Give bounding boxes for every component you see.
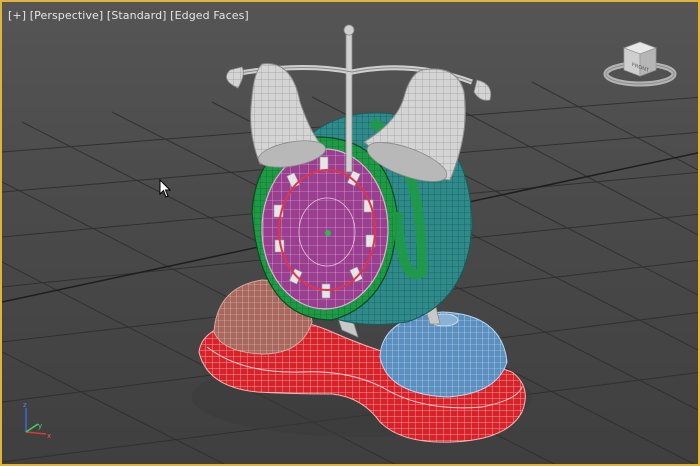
axis-tripod: z y x xyxy=(16,400,58,440)
viewport-menu-plus[interactable]: [+] xyxy=(8,9,26,22)
perspective-viewport[interactable]: [+] [Perspective] [Standard] [Edged Face… xyxy=(0,0,700,466)
viewport-menu-edged-faces[interactable]: [Edged Faces] xyxy=(170,9,249,22)
view-cube-icon[interactable]: FRONT xyxy=(602,38,682,90)
axis-y-label: y xyxy=(38,422,42,430)
viewport-label: [+] [Perspective] [Standard] [Edged Face… xyxy=(8,9,249,22)
viewport-menu-shading[interactable]: [Standard] xyxy=(107,9,167,22)
scene-canvas[interactable] xyxy=(2,2,700,466)
left-bell xyxy=(226,63,326,168)
right-dome xyxy=(379,311,508,398)
clock-face xyxy=(261,148,389,310)
axis-z-label: z xyxy=(23,401,27,409)
viewport-menu-perspective[interactable]: [Perspective] xyxy=(30,9,104,22)
center-pivot xyxy=(325,230,331,236)
mouse-cursor-icon xyxy=(159,178,173,199)
axis-x-label: x xyxy=(47,432,51,440)
